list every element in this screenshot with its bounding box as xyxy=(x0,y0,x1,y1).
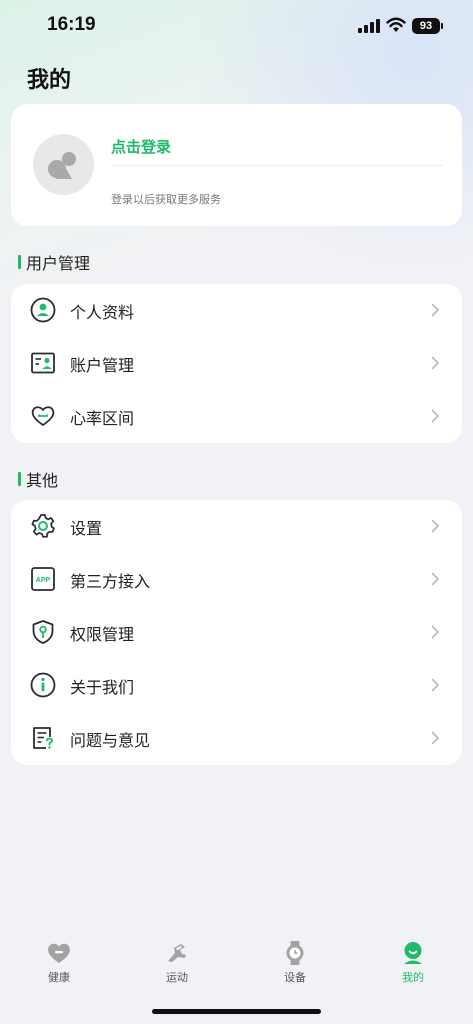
tab-device[interactable]: 设备 xyxy=(255,940,335,985)
id-card-icon xyxy=(31,352,55,374)
menu-label: 关于我们 xyxy=(70,678,135,697)
menu-item-feedback[interactable]: 问题与意见 xyxy=(11,712,462,765)
menu-item-account[interactable]: 账户管理 xyxy=(11,337,462,390)
info-icon xyxy=(30,672,56,698)
section-title: 用户管理 xyxy=(26,254,91,273)
other-card: 设置 APP 第三方接入 权限管理 关于我们 问题与意见 xyxy=(11,500,462,765)
chevron-right-icon xyxy=(431,409,440,423)
tab-mine[interactable]: 我的 xyxy=(373,940,453,985)
menu-item-heart-rate-zones[interactable]: 心率区间 xyxy=(11,390,462,443)
chevron-right-icon xyxy=(431,625,440,639)
menu-label: 第三方接入 xyxy=(70,572,151,591)
avatar-placeholder-icon xyxy=(48,152,76,179)
profile-icon xyxy=(404,942,422,964)
chevron-right-icon xyxy=(431,731,440,745)
tab-health[interactable]: 健康 xyxy=(19,940,99,985)
gear-icon xyxy=(31,514,55,538)
page-title: 我的 xyxy=(27,68,72,93)
battery-tip xyxy=(441,23,443,29)
status-bar: 16:19 93 xyxy=(0,0,473,54)
svg-text:APP: APP xyxy=(36,577,51,584)
status-time: 16:19 xyxy=(47,14,96,35)
feedback-icon xyxy=(33,727,53,749)
menu-label: 权限管理 xyxy=(70,625,135,644)
login-subtitle: 登录以后获取更多服务 xyxy=(111,193,221,206)
person-circle-icon xyxy=(30,297,56,323)
menu-label: 设置 xyxy=(70,519,103,538)
user-management-card: 个人资料 账户管理 心率区间 xyxy=(11,284,462,443)
menu-label: 账户管理 xyxy=(70,356,135,375)
divider xyxy=(111,165,443,166)
home-indicator xyxy=(152,1009,321,1014)
battery-indicator: 93 xyxy=(412,18,440,34)
menu-item-settings[interactable]: 设置 xyxy=(11,500,462,553)
login-card[interactable]: 点击登录 登录以后获取更多服务 xyxy=(11,104,462,226)
section-header-user: 用户管理 xyxy=(18,250,90,274)
health-heart-icon xyxy=(48,943,70,963)
tab-label: 健康 xyxy=(48,971,70,984)
app-icon: APP xyxy=(31,567,55,591)
chevron-right-icon xyxy=(431,572,440,586)
watch-icon xyxy=(286,941,304,965)
menu-item-third-party[interactable]: APP 第三方接入 xyxy=(11,553,462,606)
heart-icon xyxy=(31,406,55,426)
chevron-right-icon xyxy=(431,519,440,533)
menu-item-permissions[interactable]: 权限管理 xyxy=(11,606,462,659)
menu-label: 心率区间 xyxy=(70,409,135,428)
chevron-right-icon xyxy=(431,356,440,370)
tab-label: 运动 xyxy=(166,971,188,984)
chevron-right-icon xyxy=(431,678,440,692)
shield-key-icon xyxy=(32,620,54,644)
tab-label: 设备 xyxy=(284,971,306,984)
menu-item-profile[interactable]: 个人资料 xyxy=(11,284,462,337)
cellular-signal-icon xyxy=(358,19,380,33)
menu-label: 问题与意见 xyxy=(70,731,151,750)
tab-label: 我的 xyxy=(402,971,424,984)
section-header-other: 其他 xyxy=(18,467,58,491)
login-link[interactable]: 点击登录 xyxy=(111,136,171,157)
avatar[interactable] xyxy=(33,134,94,195)
menu-item-about-us[interactable]: 关于我们 xyxy=(11,659,462,712)
chevron-right-icon xyxy=(431,303,440,317)
running-shoe-icon xyxy=(168,944,186,962)
section-accent-bar xyxy=(18,255,21,269)
wifi-icon xyxy=(386,17,406,32)
tab-exercise[interactable]: 运动 xyxy=(137,940,217,985)
menu-label: 个人资料 xyxy=(70,303,135,322)
section-accent-bar xyxy=(18,472,21,486)
section-title: 其他 xyxy=(26,471,59,490)
